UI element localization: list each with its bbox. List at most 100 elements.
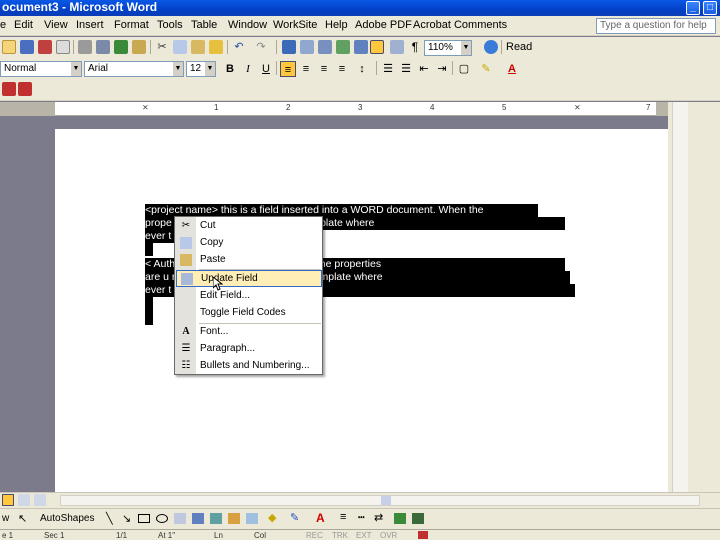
context-menu-update-field[interactable]: Update Field (176, 270, 322, 287)
shadow-style-icon[interactable] (394, 513, 406, 524)
context-menu-copy[interactable]: Copy (176, 235, 322, 252)
horizontal-scrollbar[interactable] (60, 495, 700, 506)
help-icon[interactable] (484, 40, 498, 54)
minimize-button[interactable]: _ (686, 1, 700, 15)
align-left-button[interactable]: ≡ (280, 61, 296, 77)
highlight-icon[interactable]: ✎ (478, 61, 494, 77)
insert-excel-icon[interactable] (336, 40, 350, 54)
hyperlink-icon[interactable] (282, 40, 296, 54)
document-map-icon[interactable] (390, 40, 404, 54)
menu-window[interactable]: Window (228, 19, 267, 31)
insert-table-icon[interactable] (318, 40, 332, 54)
autoshapes-menu[interactable]: AutoShapes (40, 513, 95, 524)
fill-color-icon[interactable]: ◆ (268, 511, 276, 524)
line-style-icon[interactable]: ≡ (340, 511, 346, 523)
dash-style-icon[interactable]: ┅ (358, 511, 365, 524)
diagram-icon[interactable] (210, 513, 222, 524)
right-indent-marker[interactable]: ⨯ (574, 103, 581, 112)
status-ext[interactable]: EXT (356, 531, 372, 540)
text-box-icon[interactable] (174, 513, 186, 524)
chevron-down-icon[interactable]: ▼ (173, 62, 183, 76)
context-menu-font[interactable]: A Font... (176, 324, 322, 341)
chevron-down-icon[interactable]: ▼ (205, 62, 215, 76)
convert-pdf-email-icon[interactable] (18, 82, 32, 96)
chevron-down-icon[interactable]: ▼ (461, 41, 471, 55)
save-icon[interactable] (20, 40, 34, 54)
select-objects-icon[interactable]: ↖ (18, 512, 27, 525)
line-spacing-button[interactable]: ↕ (354, 61, 370, 77)
style-select[interactable]: Normal ▼ (0, 61, 82, 77)
bold-button[interactable]: B (222, 61, 238, 77)
menu-help[interactable]: Help (325, 19, 348, 31)
email-icon[interactable] (56, 40, 70, 54)
print-view-icon[interactable] (34, 494, 46, 506)
numbering-icon[interactable]: ☰ (380, 61, 396, 77)
line-icon[interactable]: ╲ (106, 512, 113, 525)
paste-icon[interactable] (191, 40, 205, 54)
menu-view[interactable]: View (44, 19, 68, 31)
menu-file[interactable]: e (0, 19, 6, 31)
web-view-icon[interactable] (18, 494, 30, 506)
align-center-button[interactable]: ≡ (298, 61, 314, 77)
wordart-icon[interactable] (192, 513, 204, 524)
redo-icon[interactable]: ↷ (254, 40, 268, 54)
menu-tools[interactable]: Tools (157, 19, 183, 31)
clip-art-icon[interactable] (228, 513, 240, 524)
draw-menu[interactable]: w (2, 513, 9, 524)
underline-button[interactable]: U (258, 61, 274, 77)
font-size-select[interactable]: 12 ▼ (186, 61, 216, 77)
horizontal-ruler[interactable]: ⨯ 1 2 3 4 5 ⨯ 7 (0, 102, 668, 116)
context-menu-paste[interactable]: Paste (176, 252, 322, 269)
increase-indent-icon[interactable]: ⇥ (434, 61, 450, 77)
picture-icon[interactable] (246, 513, 258, 524)
arrow-style-icon[interactable]: ⇄ (374, 511, 383, 524)
cut-icon[interactable]: ✂ (155, 40, 169, 54)
rectangle-icon[interactable] (138, 514, 150, 523)
context-menu-edit-field[interactable]: Edit Field... (176, 288, 322, 305)
oval-icon[interactable] (156, 514, 168, 523)
research-icon[interactable] (132, 40, 146, 54)
menu-edit[interactable]: Edit (14, 19, 33, 31)
context-menu-cut[interactable]: ✂ Cut (176, 218, 322, 235)
context-menu-bullets-numbering[interactable]: ☷ Bullets and Numbering... (176, 358, 322, 375)
font-select[interactable]: Arial ▼ (84, 61, 184, 77)
convert-pdf-icon[interactable] (2, 82, 16, 96)
copy-icon[interactable] (173, 40, 187, 54)
print-preview-icon[interactable] (96, 40, 110, 54)
menu-adobe-pdf[interactable]: Adobe PDF (355, 19, 412, 31)
bullets-icon[interactable]: ☰ (398, 61, 414, 77)
tables-borders-icon[interactable] (300, 40, 314, 54)
font-color-icon[interactable]: A (316, 511, 325, 525)
format-painter-icon[interactable] (209, 40, 223, 54)
document-line[interactable] (145, 243, 153, 256)
document-line[interactable]: ever t (145, 230, 177, 243)
menu-worksite[interactable]: WorkSite (273, 19, 317, 31)
show-hide-icon[interactable]: ¶ (408, 40, 422, 54)
line-color-icon[interactable]: ✎ (290, 511, 299, 524)
status-trk[interactable]: TRK (332, 531, 348, 540)
arrow-icon[interactable]: ↘ (122, 512, 131, 525)
open-icon[interactable] (2, 40, 16, 54)
maximize-button[interactable]: □ (703, 1, 717, 15)
undo-icon[interactable]: ↶ (232, 40, 246, 54)
scroll-thumb[interactable] (381, 496, 391, 505)
italic-button[interactable]: I (240, 61, 256, 77)
context-menu-paragraph[interactable]: ☰ Paragraph... (176, 341, 322, 358)
3d-style-icon[interactable] (412, 513, 424, 524)
first-line-indent-marker[interactable]: ⨯ (142, 103, 149, 112)
status-ovr[interactable]: OVR (380, 531, 397, 540)
justify-button[interactable]: ≡ (334, 61, 350, 77)
decrease-indent-icon[interactable]: ⇤ (416, 61, 432, 77)
read-button[interactable]: Read (506, 41, 532, 53)
help-search-input[interactable]: Type a question for help (596, 18, 716, 34)
normal-view-icon[interactable] (2, 494, 14, 506)
menu-format[interactable]: Format (114, 19, 149, 31)
menu-acrobat-comments[interactable]: Acrobat Comments (413, 19, 507, 31)
border-icon[interactable]: ▢ (456, 61, 472, 77)
vertical-scrollbar[interactable] (672, 102, 688, 492)
zoom-select[interactable]: 110% ▼ (424, 40, 472, 56)
align-right-button[interactable]: ≡ (316, 61, 332, 77)
status-rec[interactable]: REC (306, 531, 323, 540)
chevron-down-icon[interactable]: ▼ (71, 62, 81, 76)
print-icon[interactable] (78, 40, 92, 54)
